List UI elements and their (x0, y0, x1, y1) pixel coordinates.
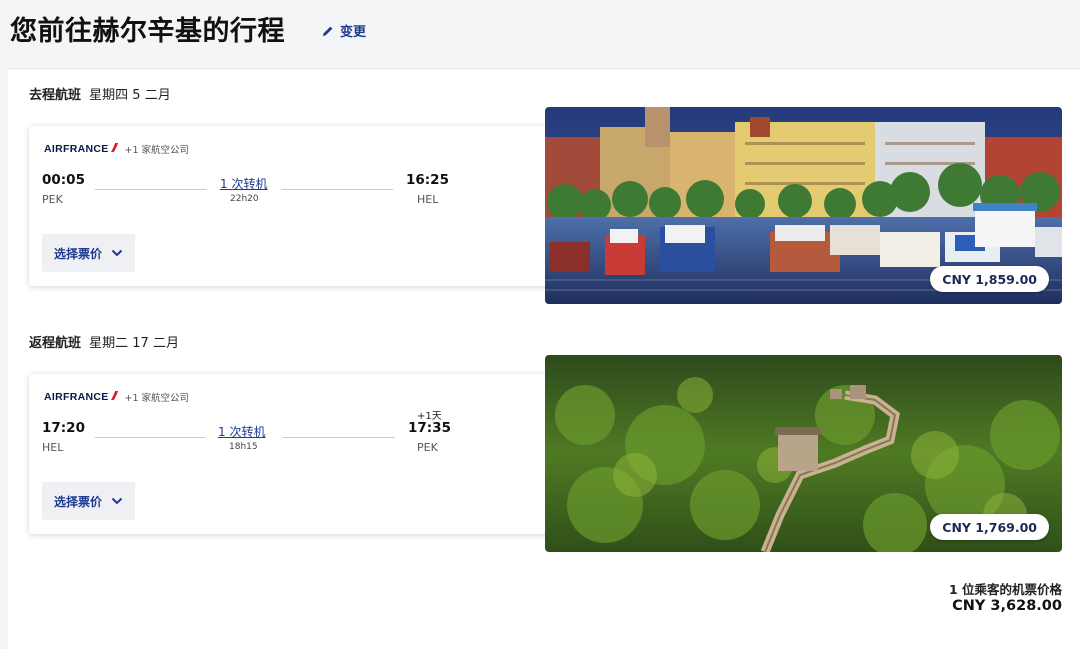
route-line (95, 189, 207, 190)
outbound-airline: AIRFRANCE +1 家航空公司 (44, 142, 189, 156)
select-fare-label: 选择票价 (53, 494, 102, 509)
outbound-flight-card: AIRFRANCE +1 家航空公司 00:05 PEK 1 次转机 22h20… (29, 126, 569, 286)
route-line (281, 189, 393, 190)
chevron-down-icon (111, 249, 123, 257)
arrive-code: PEK (417, 441, 438, 454)
great-wall-photo: CNY 1,769.00 (545, 355, 1062, 552)
flight-duration: 18h15 (229, 442, 258, 452)
pencil-icon (323, 26, 333, 36)
stops-link[interactable]: 1 次转机 (220, 175, 267, 192)
return-heading-date: 星期二 17 二月 (89, 336, 179, 351)
partner-airlines: +1 家航空公司 (124, 145, 190, 156)
return-airline: AIRFRANCE +1 家航空公司 (44, 390, 189, 404)
outbound-heading-label: 去程航班 (29, 88, 82, 103)
helsinki-harbor-photo: CNY 1,859.00 (545, 107, 1062, 304)
outbound-price: CNY 1,859.00 (930, 266, 1049, 292)
return-flight-card: AIRFRANCE +1 家航空公司 +1天 17:20 HEL 1 次转机 1… (29, 374, 569, 534)
arrive-code: HEL (417, 193, 439, 206)
select-fare-button[interactable]: 选择票价 (42, 482, 135, 520)
depart-time: 00:05 (42, 172, 85, 188)
route-line (283, 437, 395, 438)
depart-code: PEK (42, 193, 63, 206)
arrive-time: 16:25 (406, 172, 449, 188)
page-title: 您前往赫尔辛基的行程 (10, 16, 285, 47)
return-heading-label: 返程航班 (29, 336, 82, 351)
flight-duration: 22h20 (230, 194, 259, 204)
select-fare-button[interactable]: 选择票价 (42, 234, 135, 272)
depart-time: 17:20 (42, 420, 85, 436)
return-heading: 返程航班 星期二 17 二月 (29, 332, 179, 351)
outbound-heading: 去程航班 星期四 5 二月 (29, 84, 171, 103)
chevron-down-icon (111, 497, 123, 505)
return-price: CNY 1,769.00 (930, 514, 1049, 540)
partner-airlines: +1 家航空公司 (124, 393, 190, 404)
outbound-heading-date: 星期四 5 二月 (89, 88, 171, 103)
depart-code: HEL (42, 441, 64, 454)
route-line (95, 437, 205, 438)
edit-trip-link[interactable]: 变更 (322, 21, 366, 40)
edit-label: 变更 (340, 25, 367, 40)
select-fare-label: 选择票价 (53, 246, 102, 261)
arrive-time: 17:35 (408, 420, 451, 436)
total-price-label: 1 位乘客的机票价格 (948, 582, 1062, 597)
stops-link[interactable]: 1 次转机 (218, 423, 265, 440)
airline-logo: AIRFRANCE (44, 143, 119, 155)
airline-logo: AIRFRANCE (44, 391, 119, 403)
total-price-value: CNY 3,628.00 (952, 598, 1062, 614)
